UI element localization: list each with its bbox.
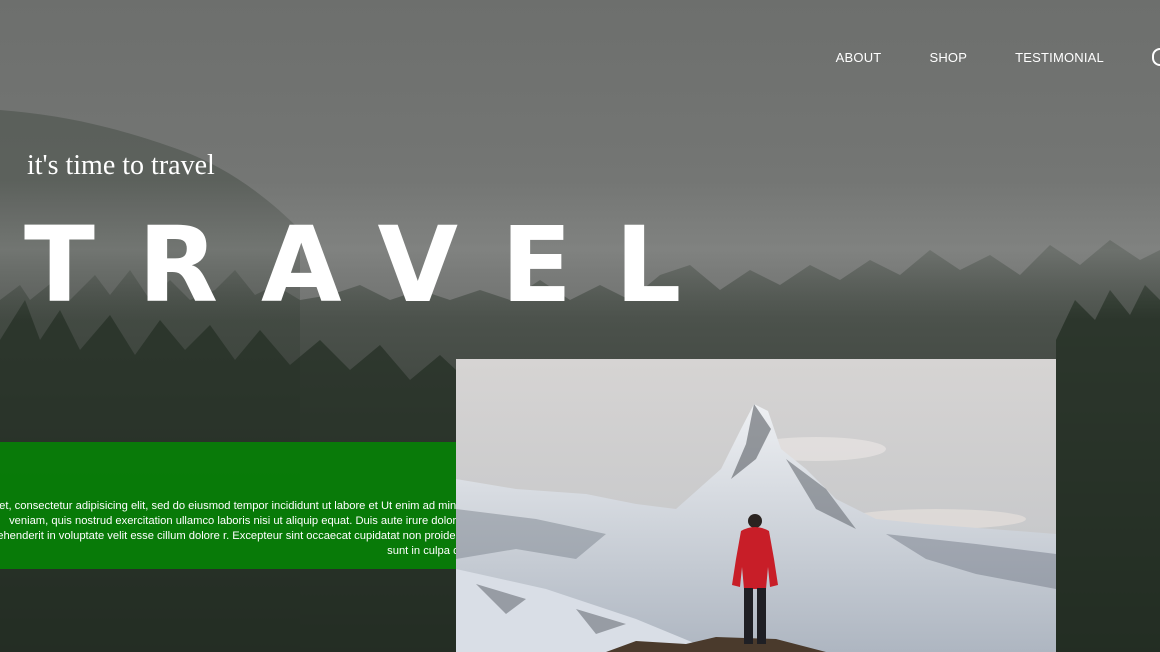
nav-shop[interactable]: SHOP — [929, 50, 967, 65]
nav-testimonial[interactable]: TESTIMONIAL — [1015, 50, 1104, 65]
intro-text: amet, consectetur adipisicing elit, sed … — [0, 500, 468, 557]
hero-tagline: it's time to travel — [27, 150, 215, 181]
hero-title: TRAVEL — [24, 204, 725, 326]
circle-outline-icon[interactable] — [1152, 48, 1160, 66]
top-nav: ABOUT SHOP TESTIMONIAL — [788, 48, 1160, 66]
intro-box: amet, consectetur adipisicing elit, sed … — [0, 442, 477, 569]
nav-about[interactable]: ABOUT — [836, 50, 882, 65]
mountain-photo — [456, 359, 1056, 652]
